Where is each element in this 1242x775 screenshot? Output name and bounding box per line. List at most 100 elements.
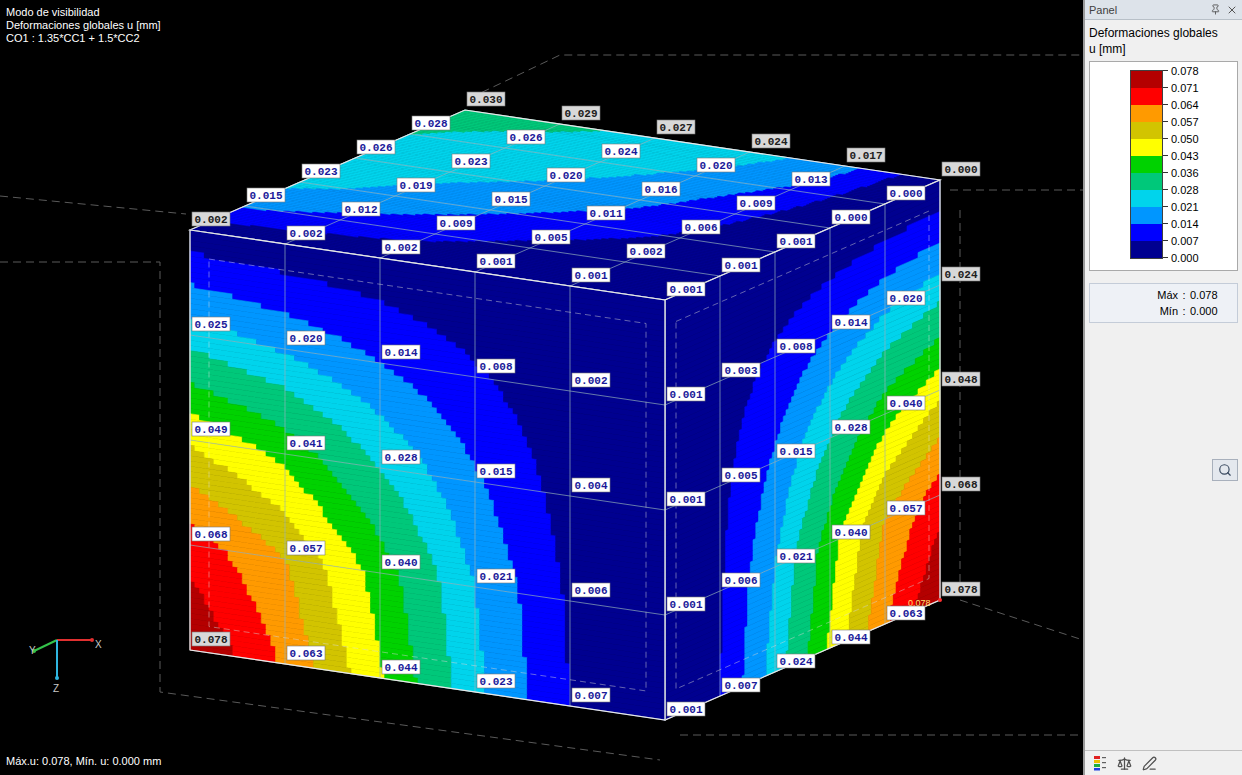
- svg-text:Y: Y: [29, 645, 36, 656]
- svg-text:0.001: 0.001: [670, 704, 703, 716]
- node-label: 0.025: [192, 317, 230, 331]
- mesh-line: [570, 286, 571, 706]
- node-label: 0.005: [722, 468, 760, 482]
- contour-fill: [570, 701, 665, 720]
- node-label: 0.002: [287, 226, 325, 240]
- node-label: 0.019: [397, 178, 435, 192]
- guide-line: [680, 735, 1083, 736]
- panel-toolbar: [1085, 750, 1242, 775]
- svg-text:0.009: 0.009: [440, 218, 473, 230]
- mesh-line: [285, 124, 560, 244]
- node-label: 0.008: [777, 339, 815, 353]
- contour-fill: [573, 131, 775, 162]
- guide-line: [470, 55, 1083, 98]
- node-label: 0.005: [532, 230, 570, 244]
- node-label: 0.021: [477, 569, 515, 583]
- legend-tick: 0.007: [1163, 234, 1199, 247]
- render-canvas[interactable]: 0.0780.0150.0120.0090.0050.0020.0230.019…: [0, 0, 1083, 775]
- inner-boundary: [209, 259, 646, 691]
- magnifier-icon: [1218, 463, 1232, 477]
- contour-fill: [699, 198, 783, 211]
- svg-text:0.001: 0.001: [480, 256, 513, 268]
- mesh-line: [380, 138, 655, 258]
- node-label: 0.001: [572, 268, 610, 282]
- svg-text:0.002: 0.002: [195, 214, 228, 226]
- svg-text:0.026: 0.026: [360, 142, 393, 154]
- zoom-button[interactable]: [1212, 459, 1238, 481]
- node-label: 0.024: [777, 654, 815, 668]
- guide-line: [0, 196, 186, 214]
- svg-text:0.014: 0.014: [835, 317, 868, 329]
- legend-tick: 0.064: [1163, 98, 1199, 111]
- legend-tick: 0.014: [1163, 217, 1199, 230]
- svg-text:0.015: 0.015: [250, 190, 283, 202]
- node-label: 0.007: [572, 688, 610, 702]
- node-label: 0.024: [602, 144, 640, 158]
- svg-text:0.006: 0.006: [575, 585, 608, 597]
- node-label: 0.078: [192, 632, 230, 646]
- node-label: 0.041: [287, 436, 325, 450]
- svg-text:0.019: 0.019: [400, 180, 433, 192]
- svg-text:0.017: 0.017: [850, 150, 883, 162]
- legend-band: [1131, 71, 1162, 88]
- close-icon[interactable]: [1226, 4, 1238, 16]
- scale-tab[interactable]: [1117, 756, 1132, 771]
- svg-text:0.020: 0.020: [290, 333, 323, 345]
- svg-text:0.068: 0.068: [195, 529, 228, 541]
- svg-text:0.063: 0.063: [290, 648, 323, 660]
- extreme-row: Máx:0.078: [1090, 287, 1237, 303]
- svg-text:0.048: 0.048: [945, 374, 978, 386]
- svg-text:0.040: 0.040: [890, 398, 923, 410]
- svg-text:0.008: 0.008: [480, 361, 513, 373]
- node-label: 0.020: [697, 158, 735, 172]
- node-label: 0.048: [942, 372, 980, 386]
- mesh-line: [775, 252, 776, 672]
- svg-text:0.011: 0.011: [590, 208, 623, 220]
- mesh-line: [665, 495, 940, 615]
- pin-icon[interactable]: [1210, 4, 1221, 15]
- svg-text:0.015: 0.015: [495, 194, 528, 206]
- svg-text:0.009: 0.009: [740, 198, 773, 210]
- node-label: 0.049: [192, 422, 230, 436]
- node-label: 0.068: [942, 477, 980, 491]
- legend-band: [1131, 156, 1162, 173]
- node-label: 0.028: [412, 116, 450, 130]
- legend-band: [1131, 224, 1162, 241]
- contour-fill: [580, 131, 778, 161]
- svg-text:0.001: 0.001: [575, 270, 608, 282]
- svg-text:0.002: 0.002: [630, 246, 663, 258]
- svg-text:0.057: 0.057: [290, 543, 323, 555]
- svg-text:0.000: 0.000: [835, 212, 868, 224]
- legend-tick: 0.000: [1163, 251, 1199, 264]
- scale-icon: [1117, 756, 1132, 771]
- svg-text:0.000: 0.000: [890, 188, 923, 200]
- contour-fill: [665, 206, 940, 331]
- panel-title: Panel: [1089, 4, 1117, 16]
- node-label: 0.002: [627, 244, 665, 258]
- extremes-box: Máx:0.078Mín:0.000: [1089, 283, 1238, 323]
- svg-text:0.026: 0.026: [510, 132, 543, 144]
- node-label: 0.015: [777, 444, 815, 458]
- legend-tab[interactable]: [1093, 755, 1107, 771]
- node-label: 0.057: [887, 501, 925, 515]
- svg-text:0.007: 0.007: [575, 690, 608, 702]
- svg-text:0.000: 0.000: [945, 164, 978, 176]
- legend-tick: 0.071: [1163, 81, 1199, 94]
- svg-text:0.015: 0.015: [480, 466, 513, 478]
- model-face[interactable]: [665, 180, 940, 720]
- node-label: 0.020: [547, 168, 585, 182]
- edit-tab[interactable]: [1142, 756, 1157, 771]
- model-viewport[interactable]: 0.0780.0150.0120.0090.0050.0020.0230.019…: [0, 0, 1083, 775]
- node-label: 0.016: [642, 182, 680, 196]
- mesh-line: [190, 545, 665, 615]
- node-label: 0.023: [302, 164, 340, 178]
- info-line: CO1 : 1.35*CC1 + 1.5*CC2: [6, 32, 161, 45]
- node-label: 0.023: [477, 674, 515, 688]
- node-label: 0.003: [722, 363, 760, 377]
- panel-header: Panel: [1085, 0, 1242, 20]
- legend-band: [1131, 241, 1162, 258]
- svg-text:0.078: 0.078: [195, 634, 228, 646]
- model-face[interactable]: [190, 230, 665, 720]
- svg-text:0.020: 0.020: [890, 293, 923, 305]
- legend-tick: 0.050: [1163, 132, 1199, 145]
